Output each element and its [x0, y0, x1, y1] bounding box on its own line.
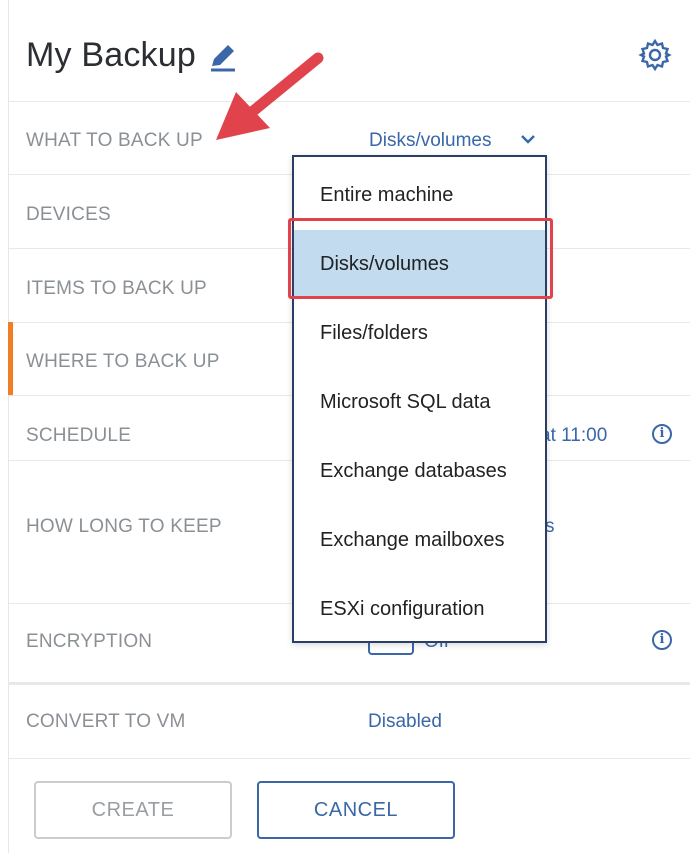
row-label-items-to-back-up: ITEMS TO BACK UP	[26, 278, 207, 299]
row-label-what-to-back-up: WHAT TO BACK UP	[26, 130, 203, 151]
row-label-encryption: ENCRYPTION	[26, 631, 153, 652]
option-exchange-mailboxes[interactable]: Exchange mailboxes	[294, 506, 545, 575]
create-button[interactable]: CREATE	[34, 781, 232, 839]
row-label-how-long-to-keep: HOW LONG TO KEEP	[26, 516, 222, 537]
row-label-devices: DEVICES	[26, 204, 111, 225]
gear-icon[interactable]	[638, 38, 672, 72]
convert-to-vm-value[interactable]: Disabled	[368, 711, 442, 733]
row-label-schedule: SCHEDULE	[26, 425, 132, 446]
option-files-folders[interactable]: Files/folders	[294, 299, 545, 368]
schedule-info-icon[interactable]: i	[652, 424, 672, 444]
what-to-back-up-value[interactable]: Disks/volumes	[369, 130, 491, 152]
chevron-down-icon[interactable]	[519, 130, 537, 148]
encryption-info-icon[interactable]: i	[652, 630, 672, 650]
schedule-value[interactable]: at 11:00	[540, 425, 607, 447]
annotation-arrow-icon	[216, 52, 324, 140]
page-title: My Backup	[26, 36, 196, 74]
row-label-where-to-back-up: WHERE TO BACK UP	[26, 351, 220, 372]
divider	[8, 758, 690, 760]
row-label-convert-to-vm: CONVERT TO VM	[26, 711, 186, 732]
option-exchange-databases[interactable]: Exchange databases	[294, 437, 545, 506]
option-microsoft-sql-data[interactable]: Microsoft SQL data	[294, 368, 545, 437]
annotation-highlight-box	[288, 218, 553, 299]
cancel-button[interactable]: CANCEL	[257, 781, 455, 839]
active-row-indicator	[8, 322, 13, 395]
option-esxi-configuration[interactable]: ESXi configuration	[294, 575, 545, 644]
